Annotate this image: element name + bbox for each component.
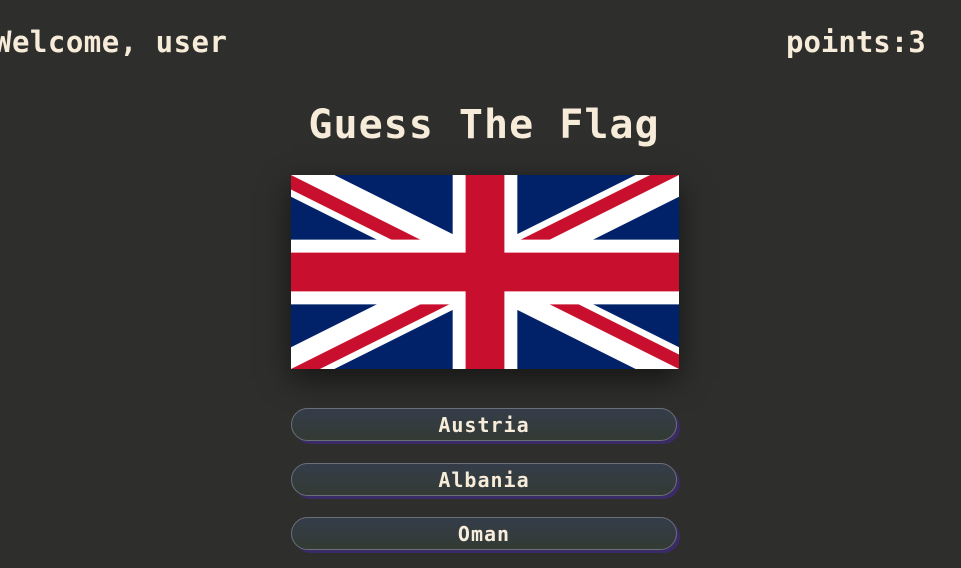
option-button-austria[interactable]: Austria [291, 408, 677, 441]
page-title: Guess The Flag [308, 102, 660, 148]
points-counter: points:3 [786, 25, 926, 59]
welcome-message: Welcome, user [0, 25, 228, 59]
flag-image [291, 175, 679, 369]
option-button-oman[interactable]: Oman [291, 517, 677, 550]
option-button-albania[interactable]: Albania [291, 463, 677, 496]
united-kingdom-flag-icon [291, 175, 679, 369]
